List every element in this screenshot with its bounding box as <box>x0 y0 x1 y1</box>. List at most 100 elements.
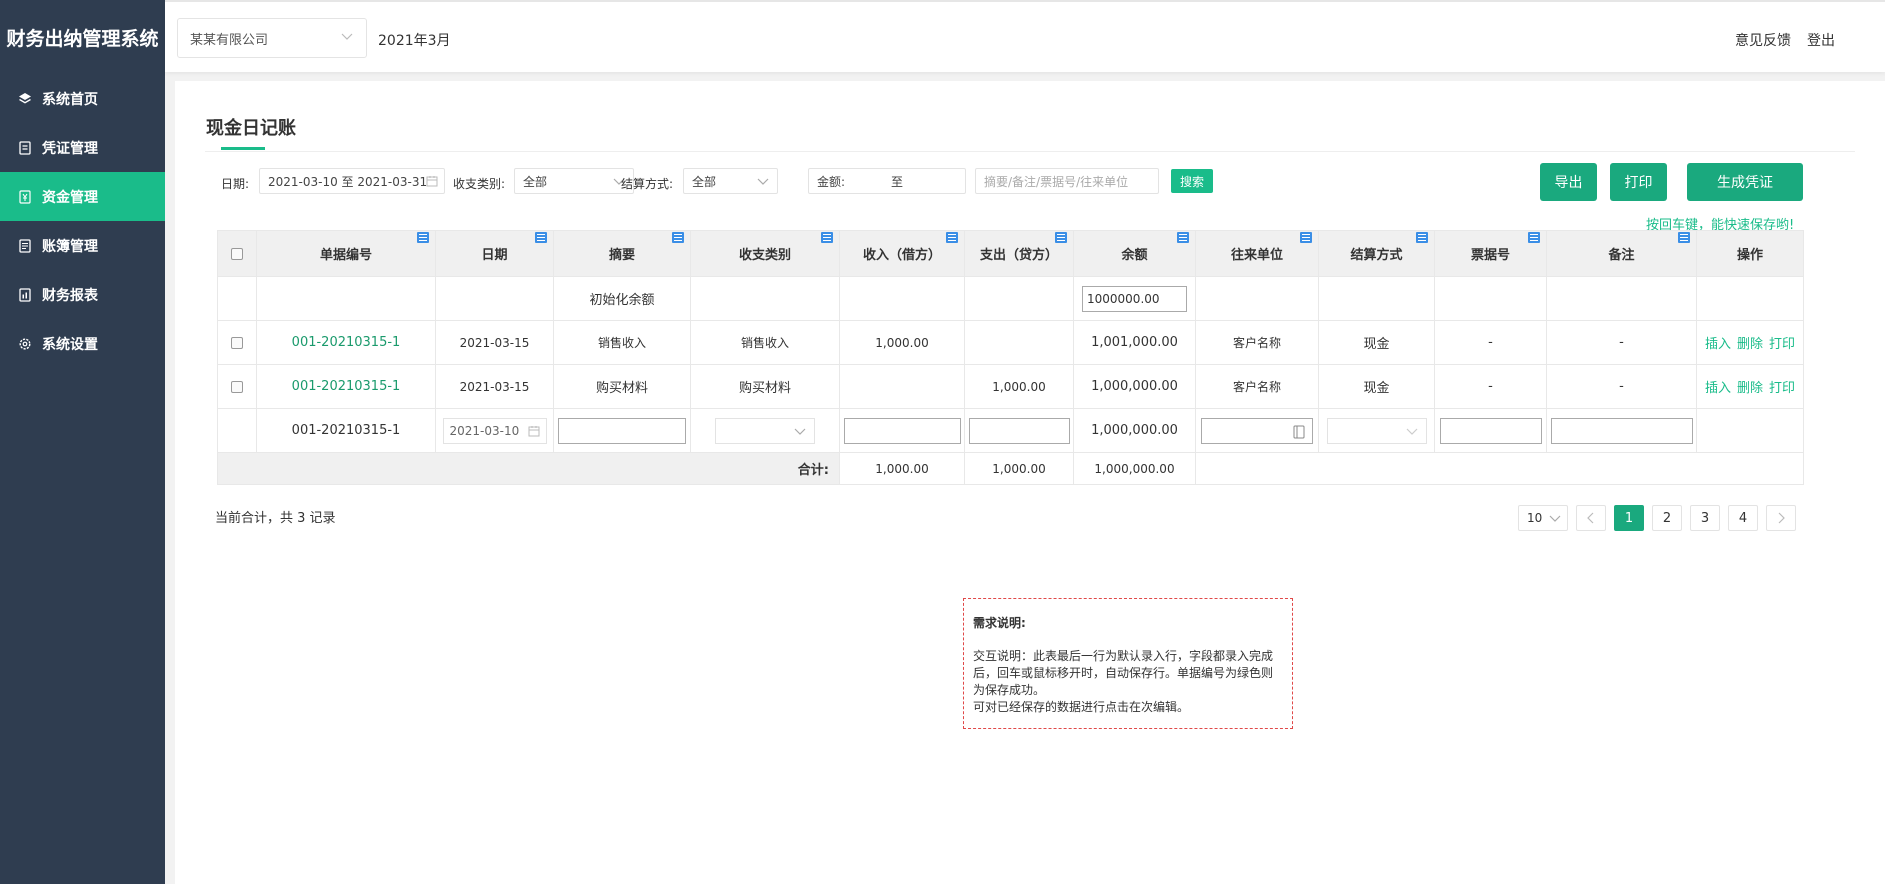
app-brand: 财务出纳管理系统 <box>6 27 159 50</box>
page-button-3[interactable]: 3 <box>1690 505 1720 531</box>
company-select-value: 某某有限公司 <box>190 32 269 48</box>
print-row-link[interactable]: 打印 <box>1769 381 1795 396</box>
col-header-balance: 余额 <box>1073 230 1196 277</box>
col-header-ops: 操作 <box>1696 230 1804 277</box>
col-header-no: 单据编号 <box>256 230 436 277</box>
entry-expense-input[interactable] <box>968 417 1070 444</box>
column-config-icon[interactable] <box>1177 232 1189 243</box>
column-config-icon[interactable] <box>1300 232 1312 243</box>
print-button[interactable]: 打印 <box>1610 163 1667 201</box>
row-expense <box>964 320 1074 365</box>
column-config-icon[interactable] <box>535 232 547 243</box>
type-filter-select[interactable]: 全部 <box>514 168 634 194</box>
row-checkbox[interactable] <box>231 336 243 349</box>
row-doc-no[interactable]: 001-20210315-1 <box>256 364 436 409</box>
entry-doc-no: 001-20210315-1 <box>256 408 436 453</box>
entry-party-input[interactable] <box>1201 417 1313 444</box>
page-button-4[interactable]: 4 <box>1728 505 1758 531</box>
sidebar-item-label: 资金管理 <box>42 189 98 206</box>
page-button-2[interactable]: 2 <box>1652 505 1682 531</box>
row-remark: - <box>1546 364 1697 409</box>
prev-page-button[interactable] <box>1576 505 1606 531</box>
feedback-link[interactable]: 意见反馈 <box>1735 30 1791 50</box>
yen-icon <box>18 189 32 204</box>
sidebar-item-label: 系统设置 <box>42 336 98 353</box>
row-ticket: - <box>1434 364 1547 409</box>
total-balance: 1,000,000.00 <box>1073 452 1196 485</box>
row-income: 1,000.00 <box>839 320 965 365</box>
entry-income-input[interactable] <box>843 417 961 444</box>
column-config-icon[interactable] <box>1416 232 1428 243</box>
sidebar-item-reports[interactable]: 财务报表 <box>0 270 165 319</box>
note-title: 需求说明: <box>973 616 1026 630</box>
column-config-icon[interactable] <box>1528 232 1540 243</box>
type-filter-value: 全部 <box>523 174 548 189</box>
init-summary: 初始化余额 <box>553 276 691 321</box>
sidebar-item-label: 凭证管理 <box>42 140 98 157</box>
keyword-search-input[interactable]: 摘要/备注/票据号/往来单位 <box>975 168 1159 194</box>
column-config-icon[interactable] <box>417 232 429 243</box>
insert-row-link[interactable]: 插入 <box>1705 337 1731 352</box>
export-button[interactable]: 导出 <box>1540 163 1597 201</box>
row-ops: 插入 删除 打印 <box>1696 320 1804 365</box>
address-book-icon[interactable] <box>1292 425 1306 442</box>
voucher-icon <box>18 140 32 155</box>
sidebar-item-label: 系统首页 <box>42 91 98 108</box>
settle-filter-value: 全部 <box>692 174 717 189</box>
row-balance: 1,000,000.00 <box>1073 364 1196 409</box>
column-config-icon[interactable] <box>672 232 684 243</box>
delete-row-link[interactable]: 删除 <box>1737 381 1763 396</box>
total-label: 合计: <box>217 452 840 485</box>
select-all-checkbox[interactable] <box>231 247 243 260</box>
sidebar-item-settings[interactable]: 系统设置 <box>0 319 165 368</box>
page-size-select[interactable]: 10 <box>1518 505 1568 531</box>
total-row: 合计: 1,000.00 1,000.00 1,000,000.00 <box>217 452 1804 485</box>
chevron-down-icon <box>1406 426 1418 440</box>
sidebar-item-home[interactable]: 系统首页 <box>0 74 165 123</box>
amount-range-input[interactable]: 金额: 至 <box>808 168 966 194</box>
table-row[interactable]: 001-20210315-1 2021-03-15 销售收入 销售收入 1,00… <box>217 320 1804 365</box>
table-row[interactable]: 001-20210315-1 2021-03-15 购买材料 购买材料 1,00… <box>217 364 1804 409</box>
chevron-right-icon <box>1778 512 1785 524</box>
column-config-icon[interactable] <box>946 232 958 243</box>
row-settle: 现金 <box>1318 364 1435 409</box>
insert-row-link[interactable]: 插入 <box>1705 381 1731 396</box>
generate-voucher-button[interactable]: 生成凭证 <box>1687 163 1803 201</box>
date-range-input[interactable]: 2021-03-10 至 2021-03-31 <box>259 168 445 194</box>
row-doc-no[interactable]: 001-20210315-1 <box>256 320 436 365</box>
sidebar-item-ledger[interactable]: 账簿管理 <box>0 221 165 270</box>
sidebar-item-voucher[interactable]: 凭证管理 <box>0 123 165 172</box>
column-config-icon[interactable] <box>821 232 833 243</box>
column-config-icon[interactable] <box>1055 232 1067 243</box>
row-balance: 1,001,000.00 <box>1073 320 1196 365</box>
row-date: 2021-03-15 <box>435 364 554 409</box>
row-checkbox[interactable] <box>231 380 243 393</box>
keyword-placeholder: 摘要/备注/票据号/往来单位 <box>984 174 1129 189</box>
entry-date-input[interactable]: 2021-03-10 <box>442 417 547 444</box>
next-page-button[interactable] <box>1766 505 1796 531</box>
company-select[interactable]: 某某有限公司 <box>177 18 367 58</box>
row-summary: 购买材料 <box>553 364 691 409</box>
chevron-left-icon <box>1587 512 1594 524</box>
entry-balance: 1,000,000.00 <box>1073 408 1196 453</box>
column-config-icon[interactable] <box>1678 232 1690 243</box>
sidebar-item-funds[interactable]: 资金管理 <box>0 172 165 221</box>
pagination: 10 1 2 3 4 <box>1518 505 1796 531</box>
logout-link[interactable]: 登出 <box>1807 30 1835 50</box>
entry-category-select[interactable] <box>715 417 815 444</box>
date-filter-label: 日期: <box>221 177 250 191</box>
entry-ticket-input[interactable] <box>1439 417 1542 444</box>
settle-filter-select[interactable]: 全部 <box>683 168 778 194</box>
print-row-link[interactable]: 打印 <box>1769 337 1795 352</box>
delete-row-link[interactable]: 删除 <box>1737 337 1763 352</box>
amount-label: 金额: <box>817 174 846 189</box>
entry-remark-input[interactable] <box>1550 417 1693 444</box>
row-party: 客户名称 <box>1195 364 1319 409</box>
page-button-1[interactable]: 1 <box>1614 505 1644 531</box>
entry-settle-select[interactable] <box>1326 417 1427 444</box>
report-icon <box>18 287 32 302</box>
ledger-icon <box>18 238 32 253</box>
init-balance-input[interactable]: 1000000.00 <box>1082 285 1187 312</box>
entry-summary-input[interactable] <box>558 417 686 444</box>
search-button[interactable]: 搜索 <box>1171 169 1213 193</box>
